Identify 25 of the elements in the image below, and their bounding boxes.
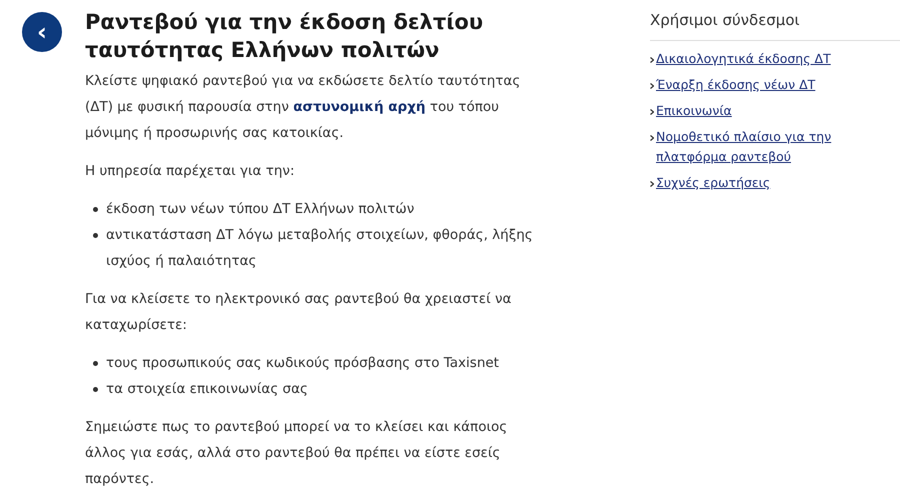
chevron-icon	[650, 83, 654, 89]
bullet-icon	[93, 361, 98, 366]
back-button[interactable]: ‹	[22, 12, 62, 52]
chevron-icon	[650, 135, 654, 141]
sidebar-link[interactable]: Δικαιολογητικά έκδοσης ΔΤ	[656, 49, 831, 69]
list-item: αντικατάσταση ΔΤ λόγω μεταβολής στοιχείων, φθοράς, λήξης ισχύος ή παλαιότητας	[106, 226, 534, 271]
sidebar-link[interactable]: Συχνές ερωτήσεις	[656, 173, 770, 193]
page-title: Ραντεβού για την έκδοση δελτίου ταυτότητας Ελλήνων πολιτών	[85, 9, 484, 64]
paragraph: Σημειώστε πως το ραντεβού μπορεί να το κλείσει και κάποιος άλλος για εσάς, αλλά στο ραντεβού θα πρέπει να είστε εσείς παρόντες.	[85, 418, 508, 489]
bullet-icon	[93, 233, 98, 238]
list-item: έκδοση των νέων τύπου ΔΤ Ελλήνων πολιτών	[106, 200, 414, 219]
list-item: τα στοιχεία επικοινωνίας σας	[106, 380, 308, 399]
chevron-icon	[650, 109, 654, 115]
bullet-icon	[93, 387, 98, 392]
sidebar-link[interactable]: Επικοινωνία	[656, 101, 732, 121]
list-item: τους προσωπικούς σας κωδικούς πρόσβασης στο Taxisnet	[106, 354, 499, 373]
paragraph: Η υπηρεσία παρέχεται για την:	[85, 162, 296, 181]
sidebar-link[interactable]: Έναρξη έκδοσης νέων ΔΤ	[656, 75, 816, 95]
sidebar-heading: Χρήσιμοι σύνδεσμοι	[650, 8, 900, 41]
paragraph: Κλείστε ψηφιακό ραντεβού για να εκδώσετε δελτίο ταυτότητας (ΔΤ) με φυσική παρουσία στην αστυνομική αρχή του τόπου μόνιμης ή προσωρινής σας κατοικίας.	[85, 72, 522, 143]
sidebar-link[interactable]: Νομοθετικό πλαίσιο για την πλατφόρμα ραντεβού	[656, 127, 888, 167]
chevron-icon	[650, 57, 654, 63]
chevron-icon	[650, 181, 654, 187]
bullet-icon	[93, 207, 98, 212]
paragraph: Για να κλείσετε το ηλεκτρονικό σας ραντεβού θα χρειαστεί να καταχωρίσετε:	[85, 290, 512, 335]
